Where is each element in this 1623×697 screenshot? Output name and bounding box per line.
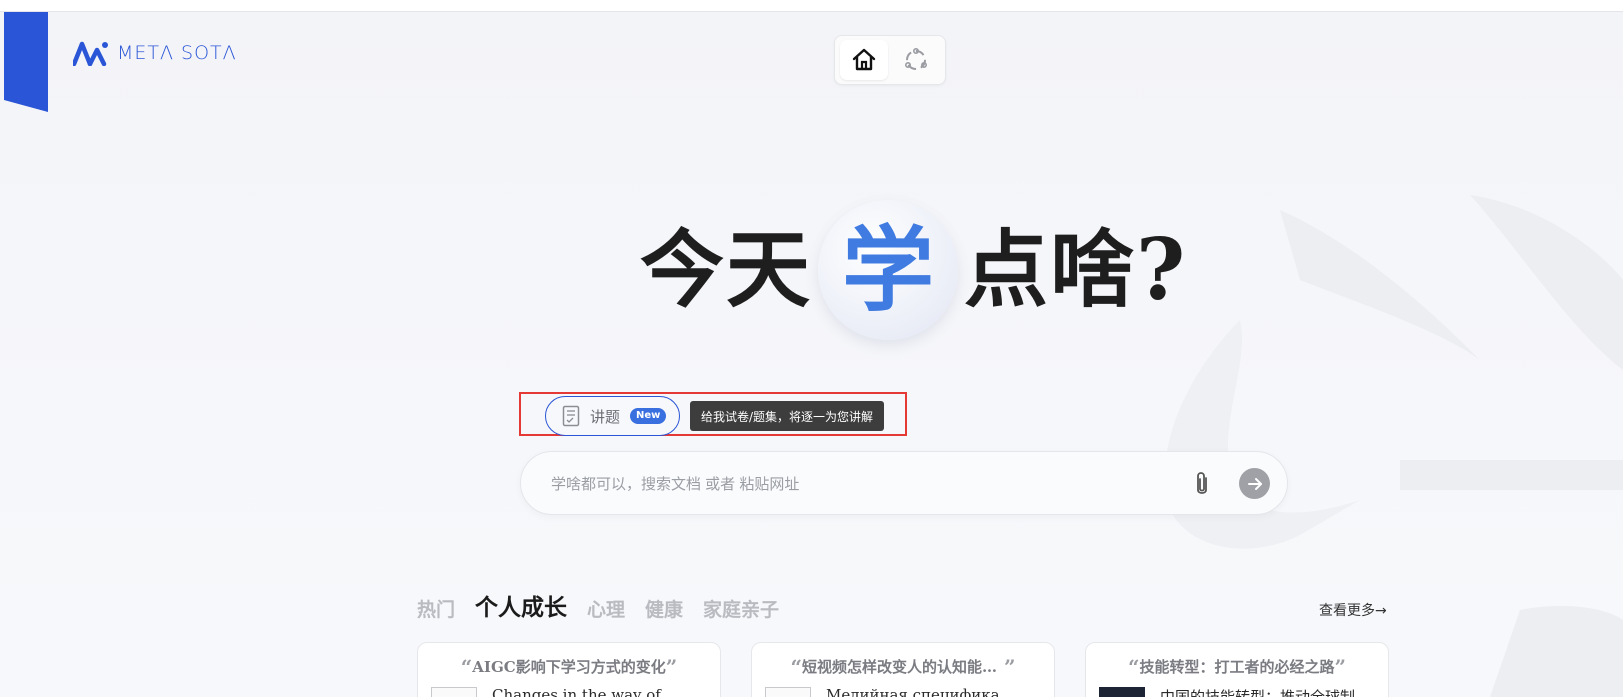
attach-button[interactable]: [1188, 469, 1216, 499]
hero-heading: 今天 学 点啥?: [640, 200, 1187, 340]
logo-mark-icon: [73, 41, 108, 66]
card-thumbnail: [431, 687, 477, 697]
close-quote: ”: [1334, 655, 1347, 679]
home-icon: [852, 48, 876, 71]
card-title-text: AIGC影响下学习方式的变化: [472, 658, 666, 676]
hero-text-before: 今天: [640, 220, 813, 319]
brand-flag: [4, 12, 48, 112]
exam-paper-icon: [562, 405, 580, 427]
card-title-text: 短视频怎样改变人的认知能…: [802, 658, 998, 676]
top-border: [0, 0, 1623, 12]
card-preview: Медийная специфика: [826, 686, 1000, 697]
card-preview: Changes in the way of: [492, 686, 661, 697]
page: METΛ SOTΛ 今天 学 点啥? 讲题 New 给我试卷/题集，将逐一为您讲…: [0, 0, 1623, 697]
arrow-right-icon: [1247, 477, 1262, 490]
topic-card[interactable]: “AIGC影响下学习方式的变化” Changes in the way of: [417, 642, 721, 697]
tab-health[interactable]: 健康: [645, 595, 683, 622]
paperclip-icon: [1197, 472, 1207, 494]
card-title: “AIGC影响下学习方式的变化”: [418, 655, 720, 679]
open-quote: “: [460, 655, 473, 679]
hero-highlight-bubble: 学: [818, 200, 959, 340]
topic-card[interactable]: “短视频怎样改变人的认知能… ” Медийная специфика: [751, 642, 1055, 697]
open-quote: “: [1127, 655, 1140, 679]
mode-chip-label: 讲题: [590, 407, 621, 426]
open-quote: “: [790, 655, 803, 679]
background-decoration: [1164, 195, 1623, 697]
card-title-text: 技能转型：打工者的必经之路: [1139, 658, 1335, 676]
tab-hot[interactable]: 热门: [417, 595, 455, 622]
close-quote: ”: [997, 655, 1016, 679]
topic-tabs: 热门 个人成长 心理 健康 家庭亲子: [417, 590, 779, 622]
search-input[interactable]: [549, 452, 1173, 516]
topic-card[interactable]: “技能转型：打工者的必经之路” 中国的技能转型：推动全球制: [1085, 642, 1389, 697]
card-thumbnail: [765, 687, 811, 697]
card-title: “短视频怎样改变人的认知能… ”: [752, 655, 1054, 679]
mode-chip-explain[interactable]: 讲题 New: [545, 396, 680, 436]
tab-psychology[interactable]: 心理: [587, 595, 625, 622]
logo[interactable]: METΛ SOTΛ: [73, 40, 237, 66]
hero-highlight-char: 学: [842, 216, 935, 324]
card-preview: 中国的技能转型：推动全球制: [1160, 688, 1356, 697]
card-thumbnail: [1099, 687, 1145, 697]
community-icon: [904, 47, 927, 70]
new-badge: New: [630, 408, 667, 424]
send-button[interactable]: [1239, 468, 1270, 499]
see-more-link[interactable]: 查看更多→: [1319, 600, 1387, 620]
card-title: “技能转型：打工者的必经之路”: [1086, 655, 1388, 679]
tab-family-parenting[interactable]: 家庭亲子: [703, 595, 779, 622]
nav-community-button[interactable]: [892, 40, 940, 80]
search-bar: [520, 451, 1288, 516]
close-quote: ”: [665, 655, 678, 679]
tab-personal-growth[interactable]: 个人成长: [475, 588, 567, 622]
logo-text: METΛ SOTΛ: [117, 42, 237, 64]
nav-home-button[interactable]: [840, 40, 888, 80]
mode-tooltip: 给我试卷/题集，将逐一为您讲解: [690, 401, 885, 431]
hero-text-after: 点啥?: [964, 220, 1188, 319]
top-nav: [834, 35, 946, 85]
